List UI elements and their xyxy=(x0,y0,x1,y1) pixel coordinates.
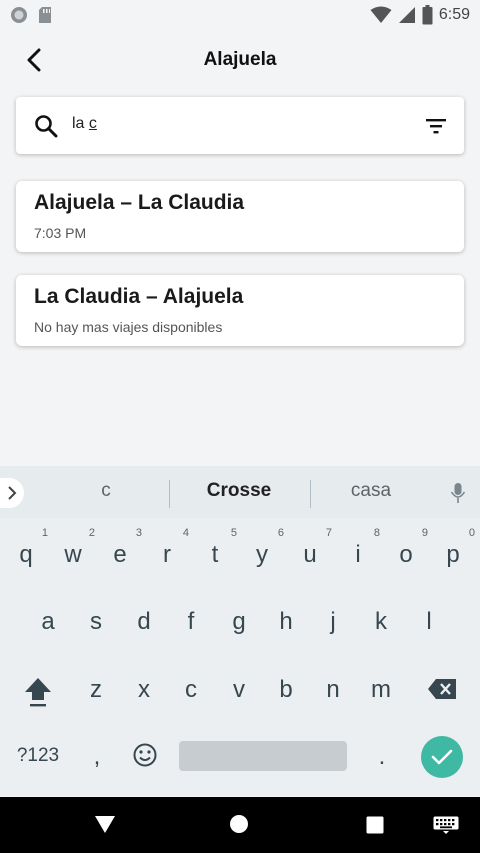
key-hint: 2 xyxy=(88,527,95,539)
key-label: p xyxy=(446,541,460,568)
key-label: y xyxy=(256,541,268,568)
key-q[interactable]: q1 xyxy=(14,527,48,569)
key-g[interactable]: g xyxy=(227,608,251,636)
key-hint: 7 xyxy=(325,527,332,539)
sd-card-icon xyxy=(39,7,51,23)
check-icon xyxy=(431,749,453,765)
key-o[interactable]: o9 xyxy=(394,527,428,569)
navigation-bar xyxy=(0,797,480,853)
key-p[interactable]: p0 xyxy=(441,527,475,569)
key-label: q xyxy=(19,541,33,568)
microphone-icon[interactable] xyxy=(450,482,466,504)
wifi-icon xyxy=(370,6,392,23)
suggestion-bar: c Crosse casa xyxy=(0,466,480,518)
suggestion-2[interactable]: Crosse xyxy=(180,480,298,502)
search-input[interactable]: la c xyxy=(72,115,97,133)
key-z[interactable]: z xyxy=(84,676,108,704)
status-time: 6:59 xyxy=(438,6,470,23)
key-label: o xyxy=(399,541,413,568)
key-u[interactable]: u7 xyxy=(298,527,332,569)
key-l[interactable]: l xyxy=(417,608,441,636)
status-left xyxy=(10,6,52,24)
arrow-back-icon xyxy=(27,48,41,72)
search-icon xyxy=(35,115,58,138)
key-hint: 8 xyxy=(373,527,380,539)
key-y[interactable]: y6 xyxy=(250,527,284,569)
key-a[interactable]: a xyxy=(36,608,60,636)
key-s[interactable]: s xyxy=(84,608,108,636)
key-label: w xyxy=(64,541,82,568)
result-subtitle: 7:03 PM xyxy=(34,225,87,241)
search-box[interactable]: la c xyxy=(16,97,464,154)
chevron-right-icon xyxy=(8,486,17,500)
shift-icon xyxy=(25,678,51,707)
key-label: i xyxy=(355,541,361,568)
key-label: t xyxy=(211,541,219,568)
backspace-icon xyxy=(428,679,456,699)
key-w[interactable]: w2 xyxy=(61,527,95,569)
status-right: 6:59 xyxy=(370,5,470,25)
search-composing-text: c xyxy=(88,115,97,132)
home-nav-icon[interactable] xyxy=(229,814,249,834)
key-label: u xyxy=(303,541,317,568)
key-r[interactable]: r4 xyxy=(155,527,189,569)
key-hint: 9 xyxy=(421,527,428,539)
result-subtitle: No hay mas viajes disponibles xyxy=(34,319,223,335)
suggestion-3[interactable]: casa xyxy=(331,480,411,502)
shift-key[interactable] xyxy=(22,674,54,708)
key-n[interactable]: n xyxy=(321,676,345,704)
key-hint: 3 xyxy=(135,527,142,539)
key-hint: 5 xyxy=(230,527,237,539)
search-value-text: la xyxy=(72,115,89,132)
record-icon xyxy=(11,7,27,23)
result-title: La Claudia – Alajuela xyxy=(34,285,244,308)
emoji-key[interactable] xyxy=(130,742,160,770)
key-x[interactable]: x xyxy=(132,676,156,704)
space-key[interactable] xyxy=(179,741,347,771)
key-t[interactable]: t5 xyxy=(203,527,237,569)
back-button[interactable] xyxy=(18,44,50,76)
suggestion-divider xyxy=(169,480,170,508)
key-hint: 4 xyxy=(182,527,189,539)
result-card[interactable]: La Claudia – Alajuela No hay mas viajes … xyxy=(16,275,464,346)
key-hint: 0 xyxy=(468,527,475,539)
emoji-icon xyxy=(133,743,157,767)
key-k[interactable]: k xyxy=(369,608,393,636)
comma-key[interactable]: , xyxy=(88,743,106,771)
keyboard: c Crosse casa q1 w2 e3 r4 t5 y6 u7 i8 o9… xyxy=(0,466,480,796)
result-title: Alajuela – La Claudia xyxy=(34,191,245,214)
key-c[interactable]: c xyxy=(179,676,203,704)
key-i[interactable]: i8 xyxy=(346,527,380,569)
recents-nav-icon[interactable] xyxy=(366,816,384,834)
key-f[interactable]: f xyxy=(179,608,203,636)
page-title: Alajuela xyxy=(203,49,277,70)
battery-icon xyxy=(422,5,433,25)
keyboard-switch-icon[interactable] xyxy=(433,816,459,834)
key-d[interactable]: d xyxy=(132,608,156,636)
result-card[interactable]: Alajuela – La Claudia 7:03 PM xyxy=(16,181,464,252)
key-e[interactable]: e3 xyxy=(108,527,142,569)
backspace-key[interactable] xyxy=(426,678,458,702)
period-key[interactable]: . xyxy=(372,743,392,771)
key-label: r xyxy=(163,541,171,568)
suggestion-1[interactable]: c xyxy=(80,480,132,502)
key-j[interactable]: j xyxy=(321,608,345,636)
app-bar: Alajuela xyxy=(0,30,480,90)
screen: 6:59 Alajuela la c Alajuela – La Claudia… xyxy=(0,0,480,853)
enter-key[interactable] xyxy=(421,736,463,778)
key-v[interactable]: v xyxy=(227,676,251,704)
key-h[interactable]: h xyxy=(274,608,298,636)
back-nav-icon[interactable] xyxy=(94,813,116,835)
filter-icon[interactable] xyxy=(424,114,448,138)
signal-icon xyxy=(398,7,415,23)
key-m[interactable]: m xyxy=(366,676,396,704)
symbols-key[interactable]: ?123 xyxy=(12,745,64,767)
suggestion-divider xyxy=(310,480,311,508)
key-label: e xyxy=(113,541,127,568)
expand-suggestions-button[interactable] xyxy=(0,478,24,508)
key-hint: 6 xyxy=(277,527,284,539)
key-hint: 1 xyxy=(41,527,48,539)
status-bar: 6:59 xyxy=(0,0,480,30)
key-b[interactable]: b xyxy=(274,676,298,704)
